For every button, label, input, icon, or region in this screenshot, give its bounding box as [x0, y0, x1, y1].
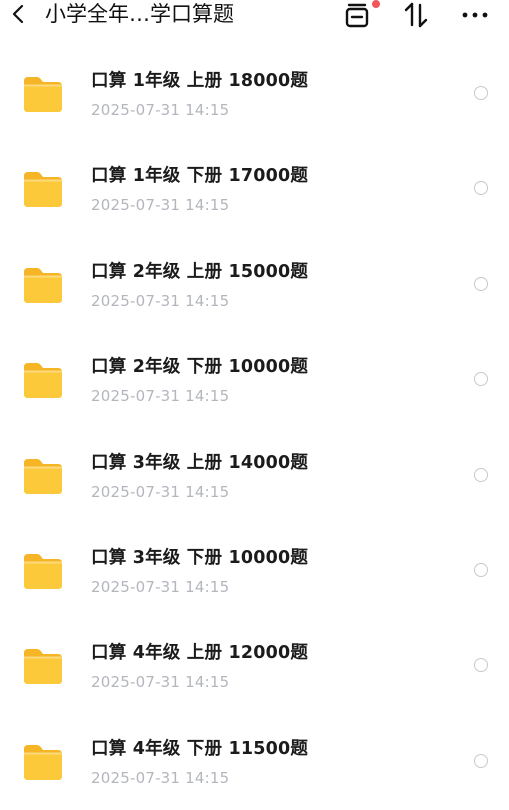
file-name: 口算 3年级 上册 14000题 [91, 452, 309, 473]
folder-icon [24, 649, 62, 685]
file-date: 2025-07-31 14:15 [91, 387, 230, 406]
chevron-left-icon [12, 4, 24, 24]
file-name: 口算 3年级 下册 10000题 [91, 547, 309, 568]
file-date: 2025-07-31 14:15 [91, 291, 230, 310]
back-button[interactable] [6, 0, 30, 28]
sort-icon [404, 2, 428, 28]
notification-badge [372, 0, 380, 8]
file-date: 2025-07-31 14:15 [91, 577, 230, 596]
folder-icon [24, 458, 62, 494]
folder-icon [24, 363, 62, 399]
folder-icon [24, 744, 62, 780]
select-radio[interactable] [474, 753, 488, 768]
file-name: 口算 1年级 下册 17000题 [91, 166, 309, 187]
sort-button[interactable] [401, 0, 431, 30]
top-bar: 小学全年…学口算题 [0, 0, 509, 34]
file-list: 口算 1年级 上册 18000题 2025-07-31 14:15 口算 1年级… [0, 47, 509, 810]
select-radio[interactable] [474, 181, 488, 196]
file-date: 2025-07-31 14:15 [91, 482, 230, 501]
page-title: 小学全年…学口算题 [45, 2, 234, 26]
file-list-item[interactable]: 口算 1年级 上册 18000题 2025-07-31 14:15 [0, 47, 509, 142]
recycle-bin-button[interactable] [342, 0, 372, 30]
file-list-item[interactable]: 口算 4年级 上册 12000题 2025-07-31 14:15 [0, 619, 509, 714]
file-date: 2025-07-31 14:15 [91, 673, 230, 692]
folder-icon [24, 172, 62, 208]
file-name: 口算 2年级 上册 15000题 [91, 261, 309, 282]
folder-icon [24, 267, 62, 303]
file-name: 口算 2年级 下册 10000题 [91, 357, 309, 378]
file-date: 2025-07-31 14:15 [91, 101, 230, 119]
select-radio[interactable] [474, 86, 488, 100]
file-list-item[interactable]: 口算 3年级 下册 10000题 2025-07-31 14:15 [0, 524, 509, 619]
file-list-item[interactable]: 口算 4年级 下册 11500题 2025-07-31 14:15 [0, 715, 509, 810]
file-list-item[interactable]: 口算 2年级 下册 10000题 2025-07-31 14:15 [0, 333, 509, 428]
more-button[interactable] [460, 0, 490, 30]
folder-icon [24, 77, 62, 112]
select-radio[interactable] [474, 372, 488, 387]
select-radio[interactable] [474, 276, 488, 291]
file-name: 口算 4年级 上册 12000题 [91, 643, 309, 664]
select-radio[interactable] [474, 467, 488, 482]
folder-icon [24, 553, 62, 589]
file-list-item[interactable]: 口算 2年级 上册 15000题 2025-07-31 14:15 [0, 238, 509, 333]
more-icon [462, 12, 488, 18]
file-list-item[interactable]: 口算 3年级 上册 14000题 2025-07-31 14:15 [0, 429, 509, 524]
file-name: 口算 1年级 上册 18000题 [91, 71, 309, 91]
select-radio[interactable] [474, 562, 488, 577]
select-radio[interactable] [474, 658, 488, 673]
file-date: 2025-07-31 14:15 [91, 196, 230, 215]
file-list-item[interactable]: 口算 1年级 下册 17000题 2025-07-31 14:15 [0, 142, 509, 237]
file-name: 口算 4年级 下册 11500题 [91, 738, 309, 759]
recycle-bin-icon [345, 3, 369, 28]
